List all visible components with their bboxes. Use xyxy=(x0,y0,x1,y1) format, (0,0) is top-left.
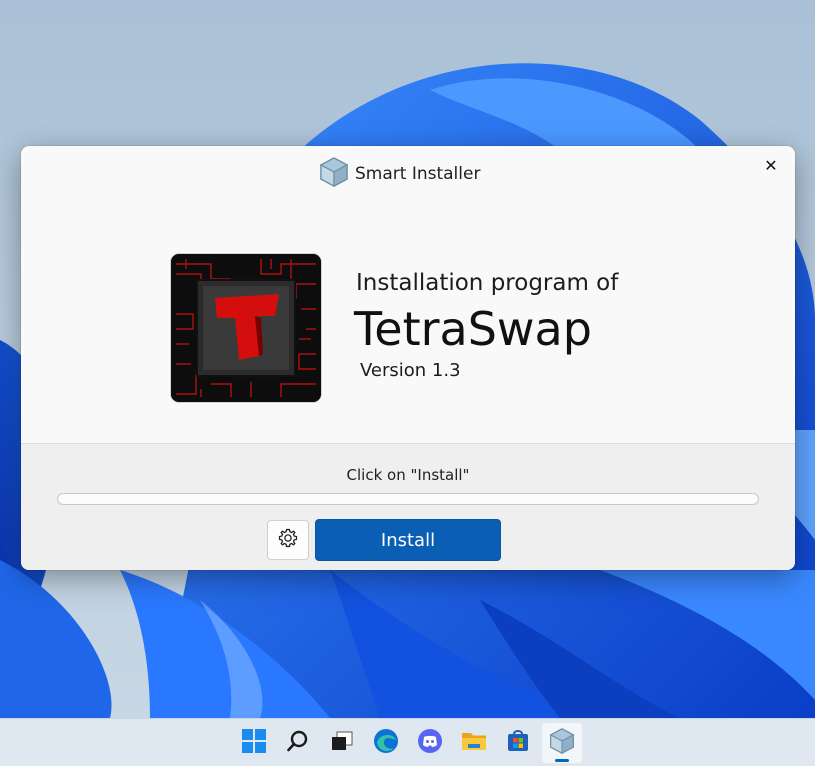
install-button[interactable]: Install xyxy=(315,519,501,561)
active-app-indicator xyxy=(555,759,569,762)
taskbar xyxy=(0,718,815,766)
close-icon: ✕ xyxy=(764,155,778,175)
taskbar-search[interactable] xyxy=(278,723,318,763)
edge-browser-icon xyxy=(373,728,399,758)
title-bar: Smart Installer ✕ xyxy=(21,146,795,202)
installer-window: Smart Installer ✕ Installation program o… xyxy=(21,146,795,570)
app-name: TetraSwap xyxy=(354,302,592,356)
task-view-icon xyxy=(330,729,354,757)
close-button[interactable]: ✕ xyxy=(755,150,787,180)
settings-button[interactable] xyxy=(267,520,309,560)
tetraswap-logo-icon xyxy=(171,254,321,402)
discord-icon xyxy=(417,728,443,758)
window-title: Smart Installer xyxy=(355,164,481,184)
installer-footer: Click on "Install" Install xyxy=(21,443,795,570)
taskbar-file-explorer[interactable] xyxy=(454,723,494,763)
installer-cube-icon xyxy=(319,156,349,192)
taskbar-discord[interactable] xyxy=(410,723,450,763)
title-group: Smart Installer xyxy=(319,156,481,192)
gear-icon xyxy=(277,527,299,553)
taskbar-edge[interactable] xyxy=(366,723,406,763)
folder-icon xyxy=(460,728,488,758)
progress-bar xyxy=(57,493,759,505)
taskbar-start[interactable] xyxy=(234,723,274,763)
taskbar-task-view[interactable] xyxy=(322,723,362,763)
search-icon xyxy=(286,729,310,757)
taskbar-smart-installer[interactable] xyxy=(542,723,582,763)
windows-start-icon xyxy=(241,728,267,758)
installation-heading: Installation program of xyxy=(356,270,619,296)
taskbar-store[interactable] xyxy=(498,723,538,763)
app-version: Version 1.3 xyxy=(360,360,461,381)
installer-cube-icon xyxy=(549,727,575,759)
store-icon xyxy=(505,728,531,758)
status-text: Click on "Install" xyxy=(346,466,470,484)
